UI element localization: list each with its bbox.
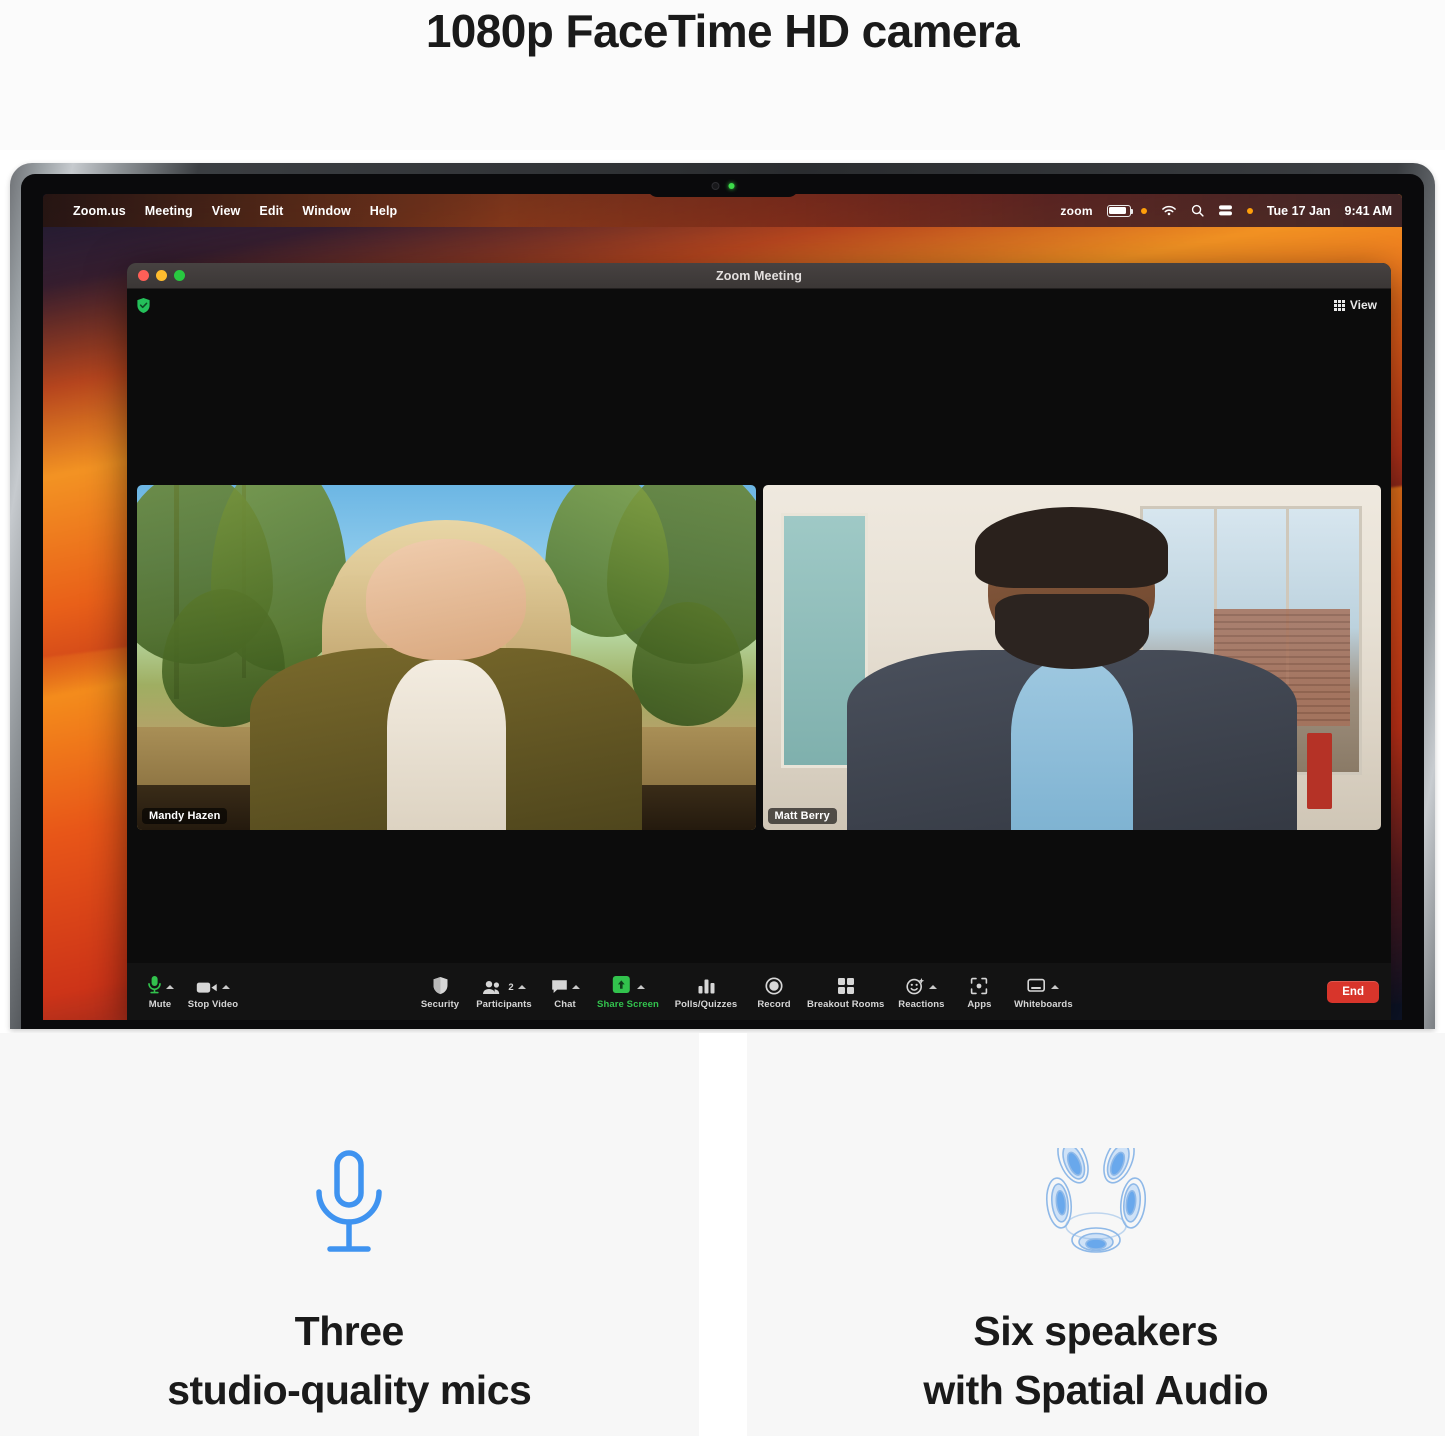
toolbar-button-polls-quizzes[interactable]: Polls/Quizzes	[667, 973, 745, 1010]
zoom-meeting-window: Zoom Meeting View	[127, 263, 1391, 1020]
toolbar-label-polls-quizzes: Polls/Quizzes	[675, 999, 738, 1010]
chat-bubble-icon	[551, 979, 568, 995]
feature-line-1: Six speakers	[923, 1302, 1268, 1361]
feature-panel-speakers: Six speakers with Spatial Audio	[747, 1033, 1445, 1436]
page-headline: 1080p FaceTime HD camera	[0, 0, 1445, 150]
feature-panels: Three studio-quality mics	[0, 1033, 1445, 1436]
toolbar-button-security[interactable]: Security	[413, 973, 467, 1010]
grid-squares-icon	[837, 977, 855, 995]
participants-count: 2	[508, 982, 513, 993]
mute-options-caret-icon[interactable]	[166, 985, 174, 989]
laptop-inner-bezel: Zoom.us Meeting View Edit Window Help zo…	[21, 174, 1424, 1029]
toolbar-button-participants[interactable]: 2 Participants	[467, 973, 541, 1010]
menu-item-help[interactable]: Help	[370, 204, 398, 218]
toolbar-button-stop-video[interactable]: Stop Video	[181, 973, 245, 1010]
toolbar-button-apps[interactable]: Apps	[954, 973, 1004, 1010]
menu-bar-status-area: zoom	[1060, 204, 1392, 218]
video-tile-mandy-hazen[interactable]: Mandy Hazen	[137, 485, 756, 830]
video-tile-grid: Mandy Hazen	[137, 485, 1381, 830]
reactions-options-caret-icon[interactable]	[929, 985, 937, 989]
toolbar-label-reactions: Reactions	[898, 999, 944, 1010]
menu-time[interactable]: 9:41 AM	[1345, 204, 1392, 218]
zoom-video-stage: View	[127, 289, 1391, 963]
toolbar-label-share-screen: Share Screen	[597, 999, 659, 1010]
menu-item-meeting[interactable]: Meeting	[145, 204, 193, 218]
menu-status-zoom-label[interactable]: zoom	[1060, 204, 1093, 218]
menu-item-view[interactable]: View	[212, 204, 241, 218]
camera-lens-icon	[711, 182, 719, 190]
whiteboards-options-caret-icon[interactable]	[1051, 985, 1059, 989]
laptop-screen: Zoom.us Meeting View Edit Window Help zo…	[43, 194, 1402, 1020]
feature-line-1: Three	[167, 1302, 531, 1361]
toolbar-label-security: Security	[421, 999, 459, 1010]
toolbar-button-breakout-rooms[interactable]: Breakout Rooms	[803, 973, 888, 1010]
headline-text: 1080p FaceTime HD camera	[426, 2, 1019, 60]
participants-options-caret-icon[interactable]	[518, 985, 526, 989]
macbook-device: Zoom.us Meeting View Edit Window Help zo…	[10, 163, 1435, 1029]
menu-item-edit[interactable]: Edit	[259, 204, 283, 218]
toolbar-button-chat[interactable]: Chat	[541, 973, 589, 1010]
feature-caption-speakers: Six speakers with Spatial Audio	[923, 1302, 1268, 1420]
apps-icon	[970, 977, 988, 995]
share-screen-icon	[612, 975, 633, 995]
toolbar-label-stop-video: Stop Video	[188, 999, 238, 1010]
toolbar-label-breakout-rooms: Breakout Rooms	[807, 999, 884, 1010]
shield-icon	[432, 976, 449, 995]
toolbar-label-apps: Apps	[967, 999, 991, 1010]
participant-avatar-video	[298, 526, 595, 830]
toolbar-label-record: Record	[757, 999, 790, 1010]
feature-caption-mics: Three studio-quality mics	[167, 1302, 531, 1420]
macos-menu-bar: Zoom.us Meeting View Edit Window Help zo…	[43, 194, 1402, 227]
video-tile-matt-berry[interactable]: Matt Berry	[763, 485, 1382, 830]
bar-chart-icon	[697, 978, 716, 995]
camera-notch	[647, 174, 798, 197]
red-object	[1307, 733, 1332, 809]
view-button-label: View	[1350, 298, 1377, 312]
panel-divider	[699, 1033, 747, 1436]
feature-line-2: with Spatial Audio	[923, 1361, 1268, 1420]
microphone-icon	[297, 1148, 401, 1260]
record-circle-icon	[765, 977, 783, 995]
control-center-icon[interactable]	[1218, 204, 1233, 217]
feature-panel-mics: Three studio-quality mics	[0, 1033, 699, 1436]
toolbar-button-reactions[interactable]: Reactions	[888, 973, 954, 1010]
video-options-caret-icon[interactable]	[222, 985, 230, 989]
menu-item-window[interactable]: Window	[302, 204, 350, 218]
toolbar-label-chat: Chat	[554, 999, 576, 1010]
whiteboard-icon	[1027, 978, 1047, 995]
menu-date[interactable]: Tue 17 Jan	[1267, 204, 1331, 218]
microphone-icon	[147, 975, 162, 995]
participant-name-label: Matt Berry	[768, 808, 837, 824]
participant-name-label: Mandy Hazen	[142, 808, 227, 824]
video-camera-icon	[196, 980, 218, 995]
smiley-sparkle-icon	[906, 977, 925, 995]
participants-icon	[482, 980, 504, 995]
zoom-toolbar: Mute Stop Video	[127, 963, 1391, 1020]
wifi-icon[interactable]	[1161, 205, 1177, 217]
zoom-title-bar: Zoom Meeting	[127, 263, 1391, 289]
toolbar-button-record[interactable]: Record	[745, 973, 803, 1010]
share-options-caret-icon[interactable]	[637, 985, 645, 989]
grid-icon	[1334, 300, 1345, 311]
toolbar-button-whiteboards[interactable]: Whiteboards	[1004, 973, 1082, 1010]
chat-options-caret-icon[interactable]	[572, 985, 580, 989]
end-meeting-button[interactable]: End	[1327, 981, 1379, 1003]
feature-line-2: studio-quality mics	[167, 1361, 531, 1420]
menu-item-zoom-us[interactable]: Zoom.us	[73, 204, 126, 218]
six-speakers-spatial-audio-icon	[1033, 1148, 1159, 1260]
orange-dot-indicator	[1141, 208, 1147, 214]
toolbar-button-mute[interactable]: Mute	[139, 973, 181, 1010]
toolbar-label-mute: Mute	[149, 999, 172, 1010]
battery-icon[interactable]	[1107, 205, 1131, 217]
participant-avatar-video	[911, 520, 1233, 831]
toolbar-label-participants: Participants	[476, 999, 532, 1010]
toolbar-label-whiteboards: Whiteboards	[1014, 999, 1073, 1010]
window-title: Zoom Meeting	[127, 269, 1391, 283]
menu-orange-status-dot	[1247, 208, 1253, 214]
shield-check-icon[interactable]	[136, 297, 151, 314]
view-layout-button[interactable]: View	[1329, 296, 1382, 314]
search-icon[interactable]	[1191, 204, 1204, 217]
green-camera-indicator	[728, 183, 734, 189]
toolbar-button-share-screen[interactable]: Share Screen	[589, 973, 667, 1010]
